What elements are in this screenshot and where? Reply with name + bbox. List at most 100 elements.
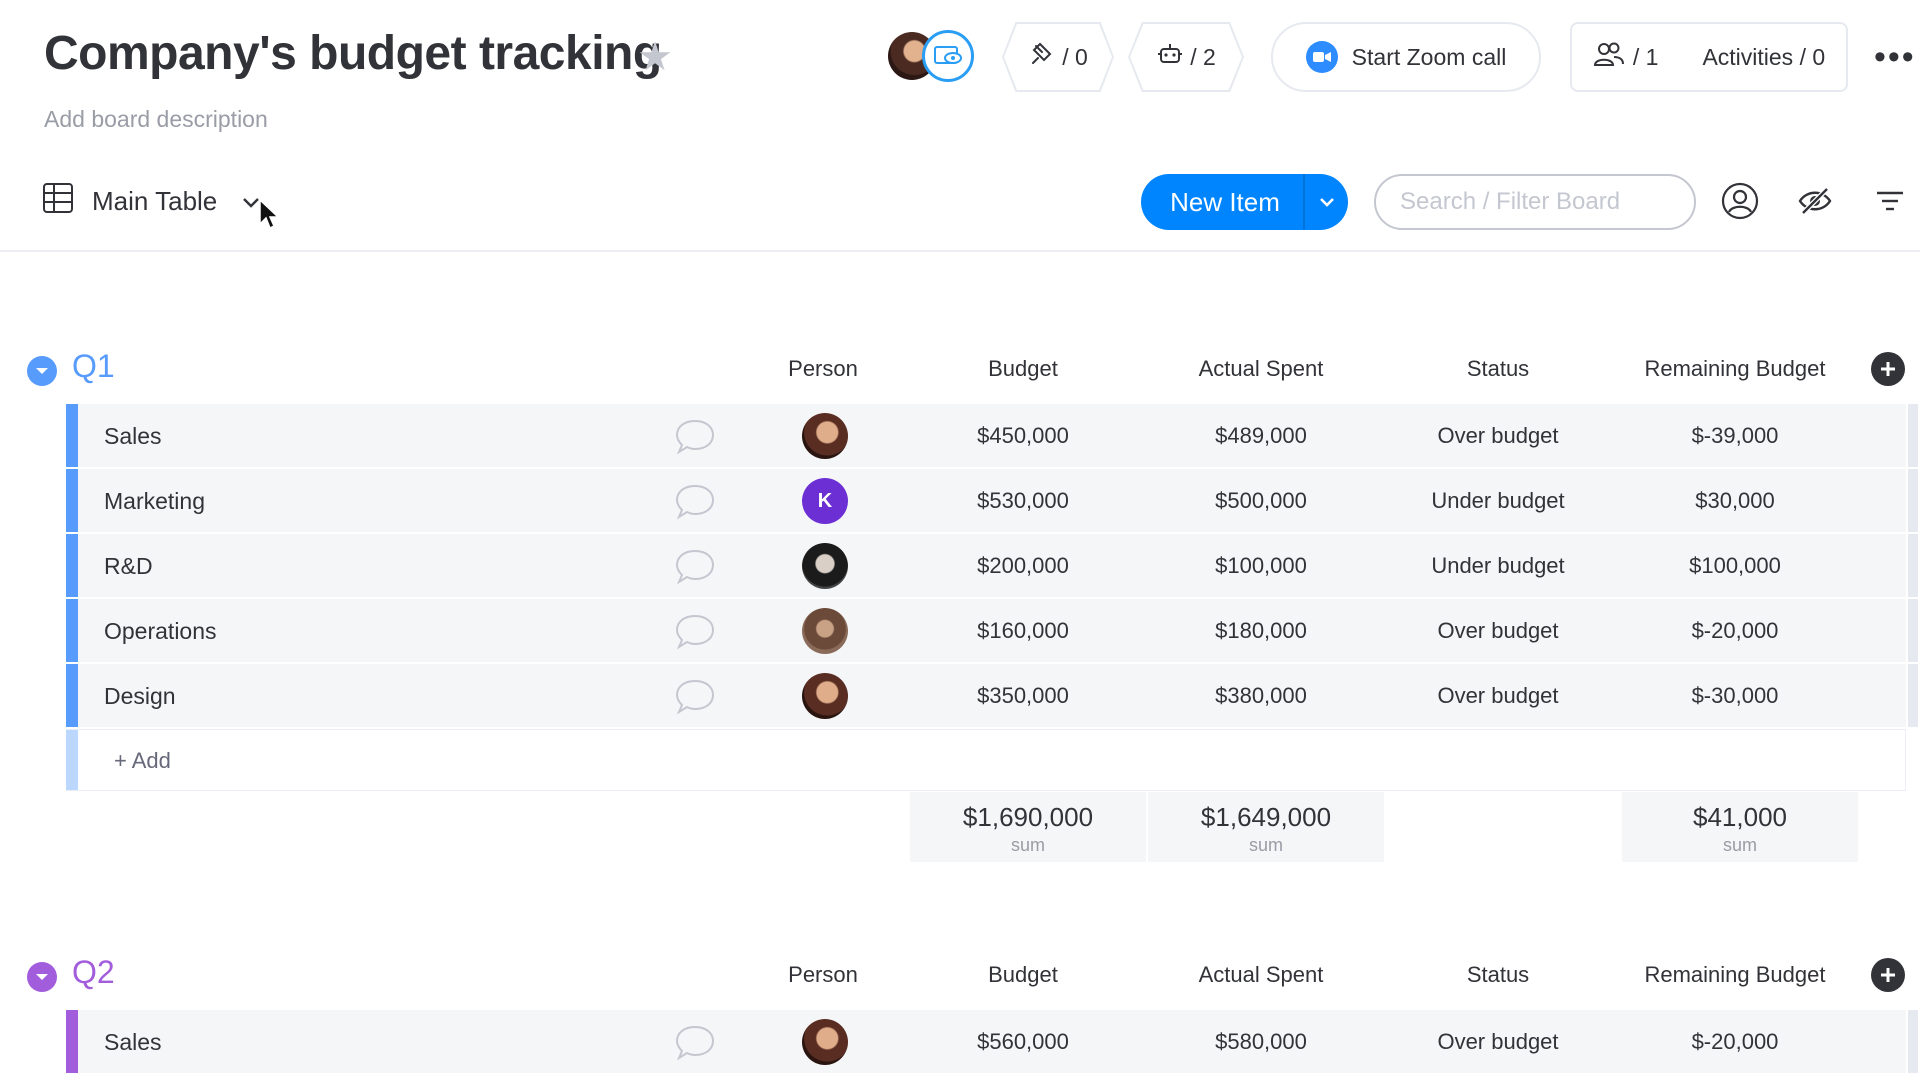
group-rows-q1: Sales $450,000 $489,000 Over budget $-39… bbox=[66, 404, 1918, 791]
status-cell[interactable]: Under budget bbox=[1380, 534, 1616, 598]
item-name[interactable]: R&D bbox=[104, 534, 153, 598]
status-cell[interactable]: Under budget bbox=[1380, 469, 1616, 533]
remaining-budget-cell[interactable]: $100,000 bbox=[1617, 534, 1853, 598]
remaining-budget-cell[interactable]: $-20,000 bbox=[1617, 599, 1853, 663]
table-row[interactable]: R&D $200,000 $100,000 Under budget $100,… bbox=[66, 534, 1918, 598]
table-row[interactable]: Operations $160,000 $180,000 Over budget… bbox=[66, 599, 1918, 663]
status-cell[interactable]: Over budget bbox=[1380, 599, 1616, 663]
status-cell[interactable]: Over budget bbox=[1380, 664, 1616, 728]
actual-spent-cell[interactable]: $180,000 bbox=[1143, 599, 1379, 663]
chat-bubble-icon[interactable] bbox=[674, 1024, 716, 1062]
hide-columns-icon[interactable] bbox=[1792, 178, 1838, 224]
actual-spent-cell[interactable]: $380,000 bbox=[1143, 664, 1379, 728]
integrations-count: / 0 bbox=[1062, 43, 1088, 70]
actual-spent-cell[interactable]: $580,000 bbox=[1143, 1010, 1379, 1074]
actual-spent-sum-value: $1,649,000 bbox=[1200, 802, 1332, 832]
actual-spent-cell[interactable]: $500,000 bbox=[1143, 469, 1379, 533]
chat-bubble-icon[interactable] bbox=[674, 678, 716, 716]
add-item-label[interactable]: + Add bbox=[114, 730, 171, 792]
add-column-icon[interactable] bbox=[1871, 352, 1905, 386]
row-color-bar bbox=[66, 664, 78, 727]
chat-bubble-icon[interactable] bbox=[674, 418, 716, 456]
chat-bubble-icon[interactable] bbox=[674, 483, 716, 521]
budget-cell[interactable]: $350,000 bbox=[905, 664, 1141, 728]
column-header-status[interactable]: Status bbox=[1380, 356, 1616, 382]
remaining-budget-cell[interactable]: $-39,000 bbox=[1617, 404, 1853, 468]
column-header-budget[interactable]: Budget bbox=[905, 962, 1141, 988]
budget-cell[interactable]: $450,000 bbox=[905, 404, 1141, 468]
new-item-button[interactable]: New Item bbox=[1141, 174, 1348, 230]
table-row[interactable]: Sales $560,000 $580,000 Over budget $-20… bbox=[66, 1010, 1918, 1074]
chat-bubble-icon[interactable] bbox=[674, 548, 716, 586]
row-color-bar bbox=[66, 469, 78, 532]
item-name[interactable]: Operations bbox=[104, 599, 217, 663]
table-row[interactable]: Design $350,000 $380,000 Over budget $-3… bbox=[66, 664, 1918, 728]
group-title[interactable]: Q2 bbox=[72, 954, 115, 991]
person-avatar[interactable]: K bbox=[802, 478, 848, 524]
person-avatar[interactable] bbox=[802, 1019, 848, 1065]
members-activities-group: / 1 Activities / 0 bbox=[1570, 22, 1848, 92]
row-edge bbox=[1908, 599, 1918, 662]
person-avatar[interactable] bbox=[802, 543, 848, 589]
activities-button[interactable]: Activities / 0 bbox=[1680, 24, 1847, 90]
budget-cell[interactable]: $200,000 bbox=[905, 534, 1141, 598]
chat-bubble-icon[interactable] bbox=[674, 613, 716, 651]
budget-cell[interactable]: $560,000 bbox=[905, 1010, 1141, 1074]
automations-button[interactable]: / 2 bbox=[1128, 22, 1244, 92]
column-header-person[interactable]: Person bbox=[760, 356, 886, 382]
remaining-budget-cell[interactable]: $-30,000 bbox=[1617, 664, 1853, 728]
item-name[interactable]: Sales bbox=[104, 1010, 162, 1074]
column-header-actual-spent[interactable]: Actual Spent bbox=[1143, 356, 1379, 382]
column-header-remaining-budget[interactable]: Remaining Budget bbox=[1617, 962, 1853, 988]
favorite-star-icon[interactable]: ★ bbox=[636, 37, 674, 77]
members-button[interactable]: / 1 bbox=[1571, 24, 1681, 90]
board-subscribers[interactable] bbox=[888, 30, 976, 84]
column-header-actual-spent[interactable]: Actual Spent bbox=[1143, 962, 1379, 988]
more-options-icon[interactable]: ••• bbox=[1874, 40, 1916, 74]
table-row[interactable]: Sales $450,000 $489,000 Over budget $-39… bbox=[66, 404, 1918, 468]
sort-filter-icon[interactable] bbox=[1867, 178, 1913, 224]
view-selector[interactable]: Main Table bbox=[42, 182, 261, 221]
budget-cell[interactable]: $530,000 bbox=[905, 469, 1141, 533]
budget-cell[interactable]: $160,000 bbox=[905, 599, 1141, 663]
members-count: / 1 bbox=[1632, 43, 1659, 70]
group-collapse-icon[interactable] bbox=[27, 962, 57, 992]
item-name[interactable]: Marketing bbox=[104, 469, 205, 533]
status-cell[interactable]: Over budget bbox=[1380, 404, 1616, 468]
automations-count: / 2 bbox=[1190, 43, 1216, 70]
person-filter-icon[interactable] bbox=[1717, 178, 1763, 224]
column-header-status[interactable]: Status bbox=[1380, 962, 1616, 988]
remaining-budget-cell[interactable]: $30,000 bbox=[1617, 469, 1853, 533]
column-header-budget[interactable]: Budget bbox=[905, 356, 1141, 382]
column-header-person[interactable]: Person bbox=[760, 962, 886, 988]
remaining-budget-cell[interactable]: $-20,000 bbox=[1617, 1010, 1853, 1074]
new-item-dropdown-icon[interactable] bbox=[1305, 196, 1348, 208]
item-name[interactable]: Sales bbox=[104, 404, 162, 468]
table-row[interactable]: Marketing K $530,000 $500,000 Under budg… bbox=[66, 469, 1918, 533]
add-column-icon[interactable] bbox=[1871, 958, 1905, 992]
zoom-icon bbox=[1305, 41, 1338, 73]
board-description[interactable]: Add board description bbox=[44, 106, 268, 133]
group-collapse-icon[interactable] bbox=[27, 356, 57, 386]
integrations-button[interactable]: / 0 bbox=[1002, 22, 1114, 92]
person-avatar[interactable] bbox=[802, 608, 848, 654]
status-cell[interactable]: Over budget bbox=[1380, 1010, 1616, 1074]
board-title[interactable]: Company's budget tracking bbox=[44, 26, 662, 81]
item-name[interactable]: Design bbox=[104, 664, 176, 728]
robot-icon bbox=[1156, 40, 1184, 74]
add-item-row[interactable]: + Add bbox=[66, 729, 1906, 791]
actual-spent-cell[interactable]: $489,000 bbox=[1143, 404, 1379, 468]
people-icon bbox=[1593, 40, 1625, 74]
person-avatar[interactable] bbox=[802, 413, 848, 459]
remaining-budget-sum: $41,000 sum bbox=[1622, 792, 1858, 862]
group-title[interactable]: Q1 bbox=[72, 348, 115, 385]
person-avatar[interactable] bbox=[802, 673, 848, 719]
integrations-icon bbox=[1028, 40, 1056, 74]
actual-spent-cell[interactable]: $100,000 bbox=[1143, 534, 1379, 598]
divider bbox=[0, 250, 1920, 252]
search-input[interactable] bbox=[1374, 174, 1696, 230]
column-header-remaining-budget[interactable]: Remaining Budget bbox=[1617, 356, 1853, 382]
zoom-call-label: Start Zoom call bbox=[1351, 43, 1507, 70]
zoom-call-button[interactable]: Start Zoom call bbox=[1271, 22, 1541, 92]
new-item-label: New Item bbox=[1170, 186, 1280, 217]
